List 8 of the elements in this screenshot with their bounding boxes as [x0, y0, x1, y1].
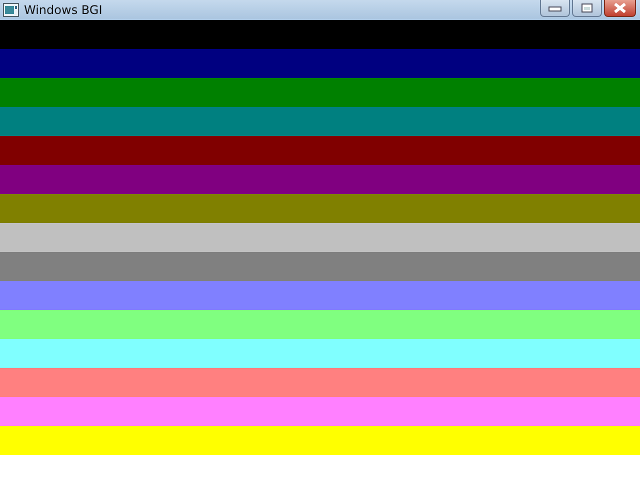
window-title: Windows BGI [24, 3, 102, 17]
close-button[interactable] [604, 0, 636, 17]
maximize-icon [581, 3, 593, 13]
window-icon [3, 3, 19, 17]
minimize-icon [548, 4, 562, 12]
maximize-button[interactable] [572, 0, 602, 17]
close-icon [613, 3, 627, 13]
minimize-button[interactable] [540, 0, 570, 17]
